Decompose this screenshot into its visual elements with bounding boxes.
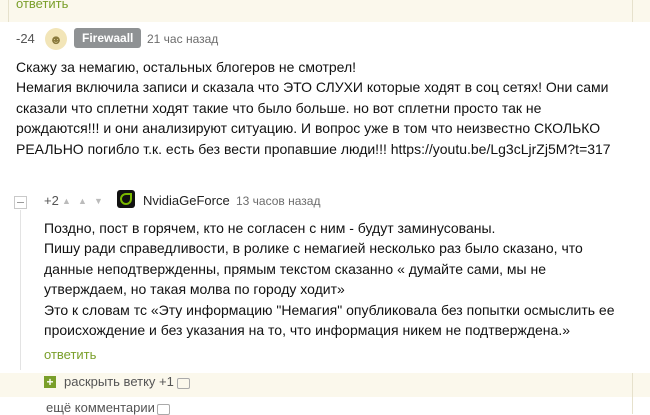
username-badge[interactable]: Firewaall [74, 28, 142, 48]
comment-body: Скажу за немагию, остальных блогеров не … [16, 57, 611, 159]
comment-line: сказали что сплетни ходят такие что было… [16, 99, 542, 116]
comment-time[interactable]: 13 часов назад [236, 194, 320, 208]
downvote-arrow-icon[interactable]: ▼ [94, 196, 103, 206]
comment-bubble-icon [157, 404, 170, 415]
reply-link[interactable]: ответить [44, 347, 96, 362]
thread-edge-right [632, 373, 633, 414]
avatar-placeholder-icon: ☻ [49, 31, 63, 47]
comment-time[interactable]: 21 час назад [147, 32, 218, 46]
expand-branch-label[interactable]: раскрыть ветку +1 [64, 374, 174, 389]
thread-edge-left [8, 0, 9, 22]
more-comments-link[interactable]: ещё комментарии [46, 400, 155, 415]
upvote-icon[interactable]: ▲ [62, 196, 71, 206]
comment-body: Поздно, пост в горячем, кто не согласен … [44, 218, 615, 340]
comment-line: Пишу ради справедливости, в ролике с нем… [44, 240, 583, 257]
comment-line: Немагия включила записи и сказала что ЭТ… [16, 79, 609, 96]
comment-line: данные неподтвержденны, прямым текстом с… [44, 260, 547, 277]
comment-line: Поздно, пост в горячем, кто не согласен … [44, 220, 496, 236]
thread-line[interactable] [20, 210, 21, 370]
comment-line: утверждаем, но такая молва по городу ход… [44, 281, 345, 298]
avatar[interactable] [117, 190, 135, 208]
reply-link[interactable]: ответить [16, 0, 68, 11]
nvidia-logo-icon [120, 193, 132, 205]
comment-line: рождаются!!! и они анализируют ситуацию.… [16, 120, 601, 137]
username-link[interactable]: NvidiaGeForce [143, 193, 230, 208]
previous-comment-footer: ответить [0, 0, 650, 22]
expand-plus-icon[interactable]: + [44, 376, 56, 388]
comment-rating: +2 [44, 193, 59, 208]
comment-line: происхождение и без указания на то, что … [44, 322, 571, 339]
collapse-thread-button[interactable] [14, 196, 27, 209]
comment-line[interactable]: РЕАЛЬНО погибло т.к. есть без вести проп… [16, 139, 611, 159]
comment-bubble-icon [177, 378, 190, 389]
comment-line: Это к словам тс «Эту информацию "Немагия… [44, 301, 615, 318]
comment-rating: -24 [16, 31, 35, 46]
downvote-icon[interactable]: ▲ [78, 196, 87, 206]
thread-edge-right [632, 0, 633, 22]
comment-line: Скажу за немагию, остальных блогеров не … [16, 59, 357, 75]
avatar[interactable]: ☻ [45, 28, 67, 50]
